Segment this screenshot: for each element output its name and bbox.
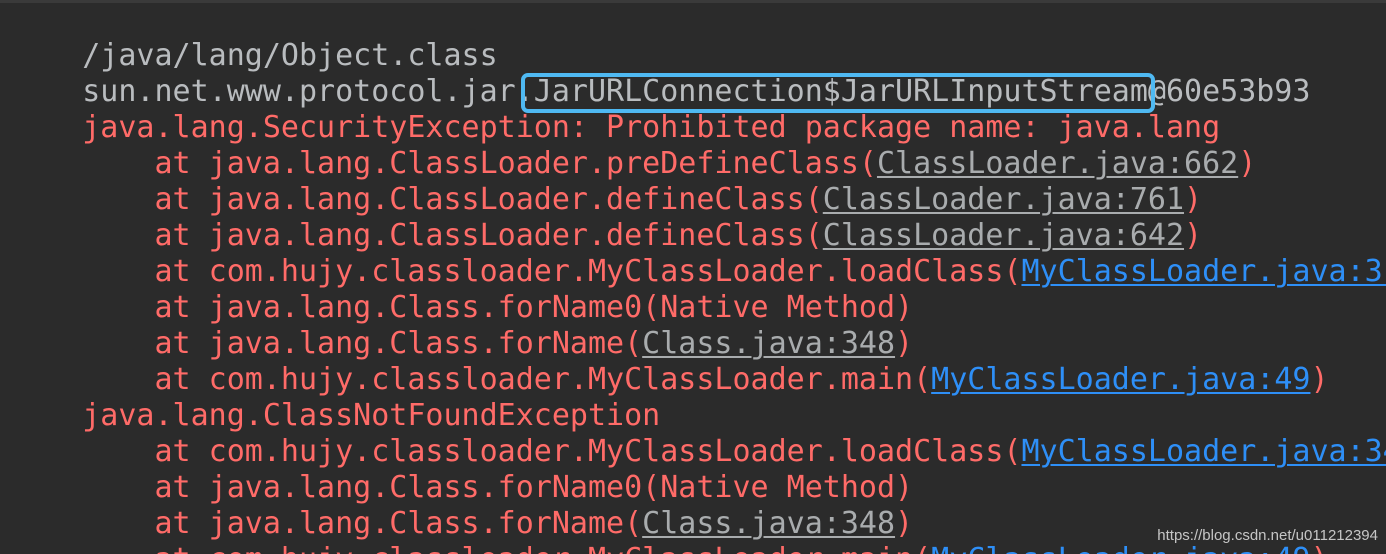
frame-close: ) xyxy=(1310,362,1329,397)
user-source-link[interactable]: MyClassLoader.java:34 xyxy=(1021,434,1386,469)
message-highlight-box xyxy=(521,73,1155,113)
user-source-link[interactable]: MyClassLoader.java:31 xyxy=(1021,254,1386,289)
stack-frame: at com.hujy.classloader.MyClassLoader.ma… xyxy=(10,326,1328,397)
stack-frame: at java.lang.Class.forName(Class.java:34… xyxy=(10,470,913,541)
stack-frame-native: at java.lang.Class.forName0(Native Metho… xyxy=(10,434,913,505)
stack-frame: at java.lang.ClassLoader.defineClass(Cla… xyxy=(10,146,1202,217)
stack-frame-native: at java.lang.Class.forName0(Native Metho… xyxy=(10,254,913,325)
console-output[interactable]: /java/lang/Object.class sun.net.www.prot… xyxy=(0,0,1386,554)
watermark-text: https://blog.csdn.net/u011212394 xyxy=(1157,527,1378,544)
frame-close: ) xyxy=(1238,146,1257,181)
console-line-path: /java/lang/Object.class xyxy=(10,2,497,73)
stack-frame: at java.lang.ClassLoader.defineClass(Cla… xyxy=(10,182,1202,253)
exception-line-classnotfound: java.lang.ClassNotFoundException xyxy=(10,362,660,433)
user-source-link[interactable]: MyClassLoader.java:49 xyxy=(931,362,1310,397)
stack-frame: at java.lang.Class.forName(Class.java:34… xyxy=(10,290,913,361)
frame-text: at com.hujy.classloader.MyClassLoader.ma… xyxy=(82,542,931,554)
console-line-stream: sun.net.www.protocol.jar.JarURLConnectio… xyxy=(10,38,1310,109)
stack-frame: at com.hujy.classloader.MyClassLoader.lo… xyxy=(10,218,1386,289)
stack-frame: at com.hujy.classloader.MyClassLoader.lo… xyxy=(10,398,1386,469)
stack-frame: at java.lang.ClassLoader.preDefineClass(… xyxy=(10,110,1256,181)
stack-frame: at com.hujy.classloader.MyClassLoader.ma… xyxy=(10,506,1328,554)
